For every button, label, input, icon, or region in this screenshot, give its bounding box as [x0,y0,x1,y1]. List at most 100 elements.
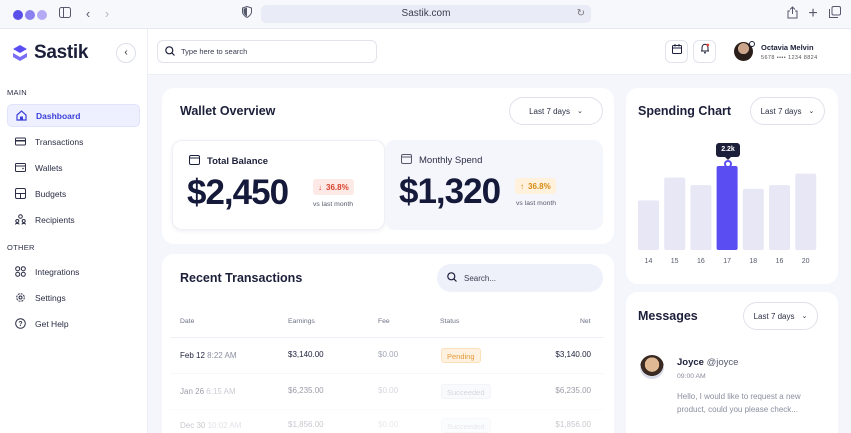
sidebar-item-label: Budgets [35,188,67,199]
transactions-search-placeholder: Search... [464,273,497,283]
sidebar-item-label: Settings [35,292,66,303]
chart-bar[interactable] [664,177,686,250]
row-fee: $0.00 [378,420,399,429]
chevron-down-icon: ⌄ [808,108,815,115]
range-value: Last 7 days [529,106,571,116]
sidebar-item-label: Transactions [35,136,84,147]
card-icon [15,136,26,147]
chart-bar[interactable] [742,188,764,250]
date-text: Dec 30 [180,421,206,430]
monthly-spend-panel: Monthly Spend $1,320 ↑ 36.8% vs last mon… [385,140,603,230]
user-card-number: 5678 •••• 1234 8824 [761,55,818,61]
sidebar-item-wallets[interactable]: Wallets [7,156,140,179]
reload-icon[interactable]: ↻ [577,5,585,23]
time-text: 8:22 AM [207,351,237,360]
chart-bar[interactable] [638,200,659,250]
messages-title: Messages [638,309,698,323]
sender-handle: @joyce [706,357,739,368]
chevron-down-icon: ⌄ [801,313,808,320]
chart-bar[interactable] [716,166,738,250]
chart-bar[interactable] [690,185,712,250]
shield-icon [239,5,255,22]
bar-value-tooltip: 2.2k [716,143,740,160]
recent-transactions-title: Recent Transactions [180,271,303,285]
main-section-label: MAIN [7,88,27,97]
transactions-search-input[interactable]: Search... [437,264,603,292]
calendar-icon [671,44,682,57]
column-header-net: Net [580,318,591,325]
row-net: $3,140.00 [555,350,591,359]
sidebar-item-budgets[interactable]: Budgets [7,182,140,205]
forward-icon[interactable]: › [99,6,115,22]
window-close-dot[interactable] [13,10,23,20]
column-header-earnings: Earnings [288,318,315,325]
calendar-button[interactable] [665,40,688,63]
bell-icon [700,43,710,57]
x-tick-label: 16 [775,258,784,265]
table-row[interactable]: Dec 30 10:02 AM $1,856.00 $0.00 Succeede… [170,409,604,433]
sidebar-item-dashboard[interactable]: Dashboard [7,104,140,127]
notifications-button[interactable] [693,40,716,63]
budget-icon [15,188,26,199]
chart-range-select[interactable]: Last 7 days ⌄ [750,97,825,125]
help-icon: ? [15,318,26,329]
chart-bar[interactable] [769,185,790,250]
home-icon [16,110,27,121]
search-icon [447,272,457,284]
sidebar-item-settings[interactable]: Settings [7,286,140,309]
back-icon[interactable]: ‹ [80,6,96,22]
total-balance-amount: $2,450 [187,173,289,212]
address-bar[interactable]: Sastik.com ↻ [261,5,591,23]
sidebar-item-label: Recipients [35,214,75,225]
message-sender-avatar[interactable] [640,355,664,379]
status-indicator [749,41,755,47]
sidebar-toggle-icon[interactable] [57,6,73,22]
monthly-spend-label: Monthly Spend [401,154,482,167]
sidebar-item-get-help[interactable]: ? Get Help [7,312,140,335]
total-vs-text: vs last month [313,201,354,208]
user-avatar[interactable] [734,41,755,61]
sidebar-item-integrations[interactable]: Integrations [7,260,140,283]
sidebar-item-recipients[interactable]: Recipients [7,208,140,231]
chevron-down-icon: ⌄ [577,108,583,115]
global-search-input[interactable]: Type here to search [157,40,377,63]
window-maximize-dot[interactable] [37,10,47,20]
tabs-overview-icon[interactable] [827,6,843,22]
row-fee: $0.00 [378,350,399,359]
x-tick-label: 20 [801,258,810,265]
wallet-range-select[interactable]: Last 7 days ⌄ [509,97,603,125]
bar-highlight-marker [724,160,732,168]
chart-bar[interactable] [795,173,817,250]
wallet-overview-title: Wallet Overview [180,104,276,118]
top-bar: Type here to search Octavia Melvin 5678 … [148,29,851,75]
row-fee: $0.00 [378,386,399,395]
sidebar-item-transactions[interactable]: Transactions [7,130,140,153]
table-row[interactable]: Jan 26 6:15 AM $6,235.00 $0.00 Succeeded… [170,373,604,409]
table-row[interactable]: Feb 12 8:22 AM $3,140.00 $0.00 Pending $… [170,337,604,373]
x-tick-label: 15 [670,258,679,265]
column-header-status: Status [440,318,460,325]
status-badge: Succeeded [441,418,491,433]
sender-name: Joyce [677,357,704,368]
user-name: Octavia Melvin [761,43,814,52]
messages-range-select[interactable]: Last 7 days ⌄ [743,302,818,330]
sidebar-item-label: Get Help [35,318,69,329]
message-time: 09:00 AM [677,373,706,380]
monthly-spend-text: Monthly Spend [419,155,483,166]
brand-logo[interactable]: Sastik [10,42,88,64]
total-change-value: 36.8% [326,182,349,192]
x-tick-label: 14 [644,258,653,265]
share-icon[interactable] [784,6,800,22]
total-change-badge: ↓ 36.8% [313,179,354,195]
collapse-sidebar-button[interactable]: ‹ [116,43,136,63]
message-preview[interactable]: Hello, I would like to request a new pro… [677,391,827,416]
new-tab-icon[interactable]: + [805,6,821,22]
row-earnings: $1,856.00 [288,420,324,429]
total-balance-panel: Total Balance $2,450 ↓ 36.8% vs last mon… [172,140,385,230]
message-sender[interactable]: Joyce @joyce [677,357,738,368]
gear-icon [15,292,26,303]
window-minimize-dot[interactable] [25,10,35,20]
row-date: Jan 26 6:15 AM [180,387,236,396]
other-section-label: OTHER [7,243,35,252]
grid-icon [15,266,26,277]
